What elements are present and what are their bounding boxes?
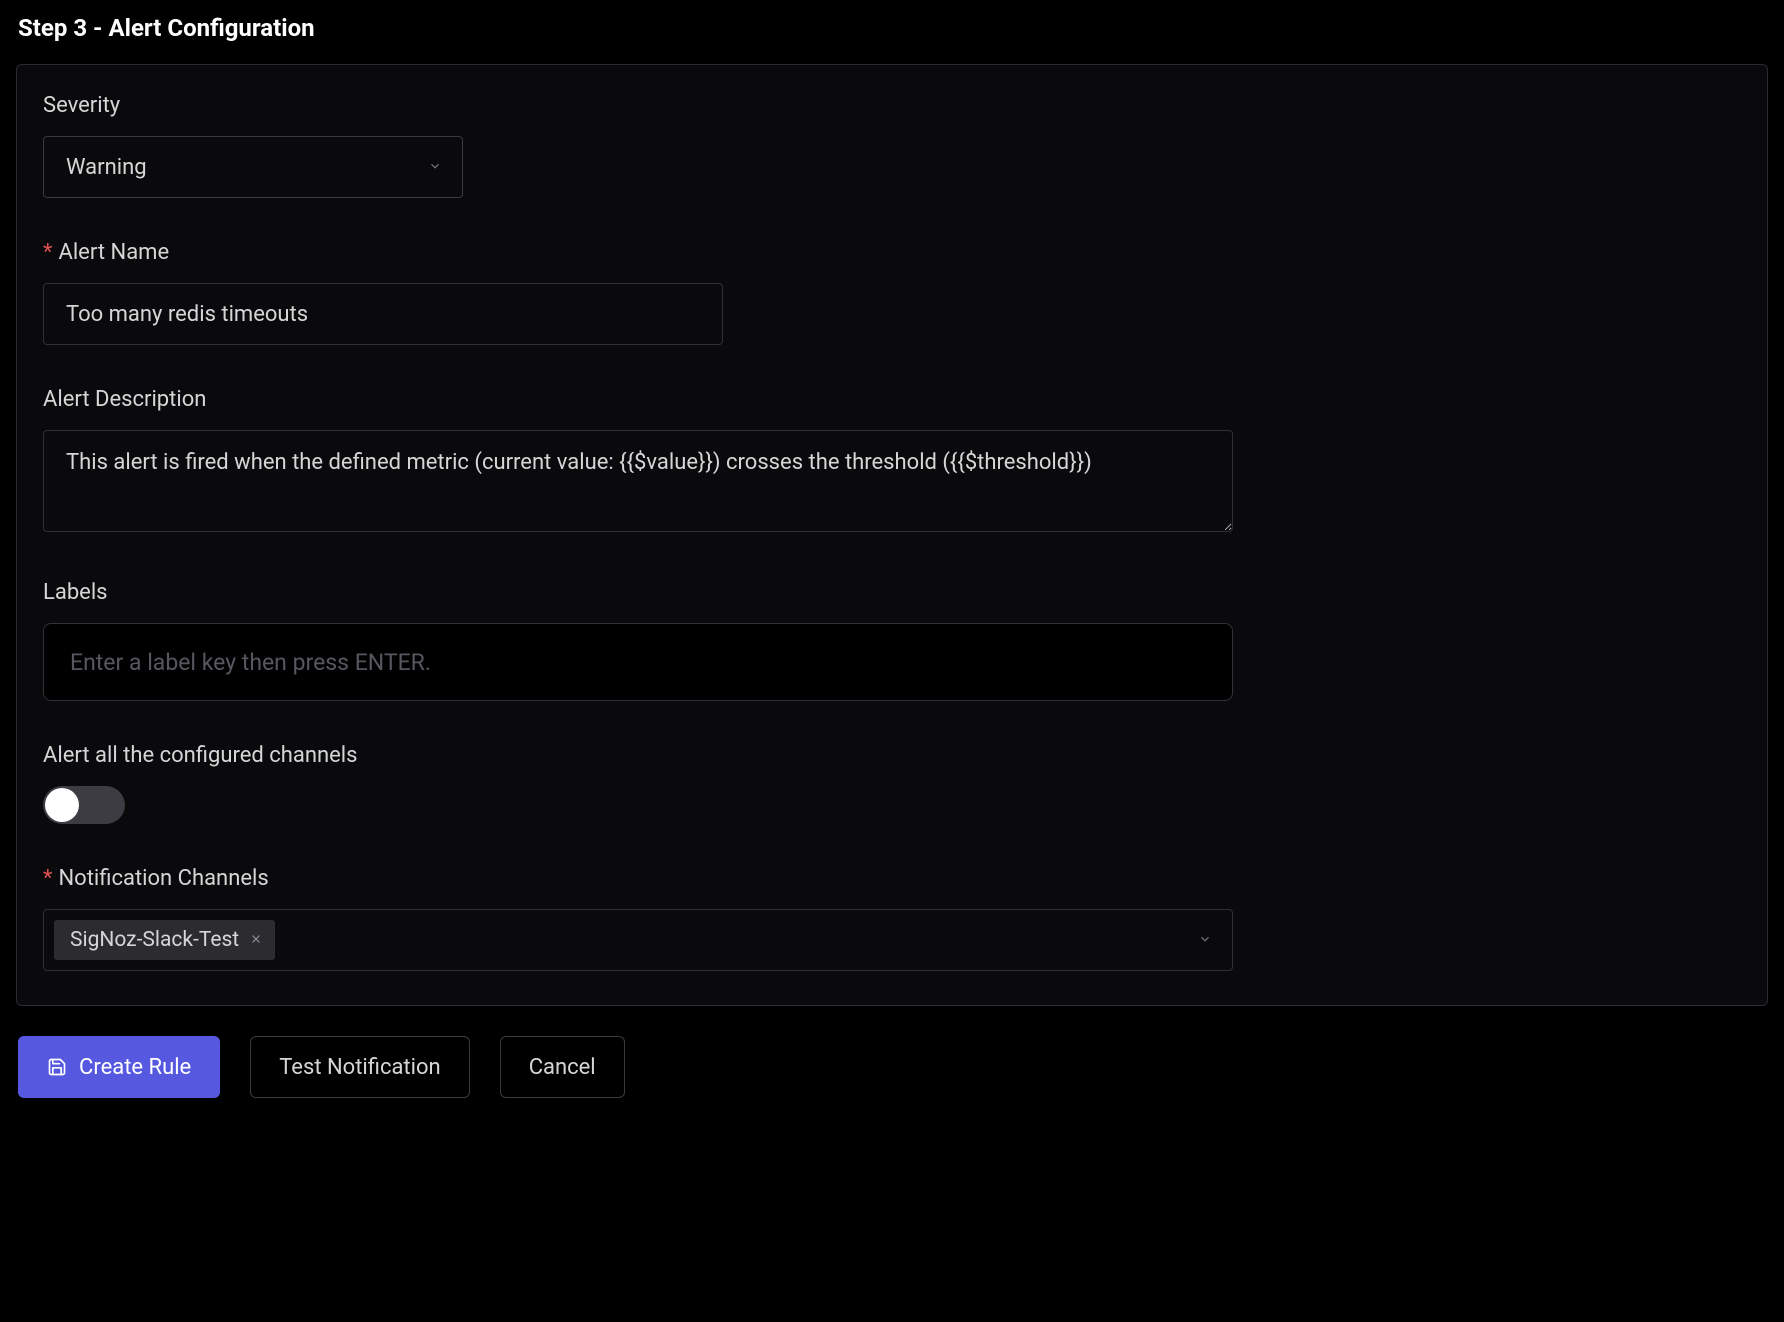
test-notification-button[interactable]: Test Notification: [250, 1036, 469, 1098]
severity-select[interactable]: Warning: [43, 136, 463, 198]
save-icon: [47, 1057, 67, 1077]
channel-tag-label: SigNoz-Slack-Test: [70, 928, 239, 952]
required-indicator: *: [43, 866, 52, 891]
labels-label: Labels: [43, 580, 1741, 605]
step-title: Step 3 - Alert Configuration: [18, 14, 1768, 42]
labels-placeholder: Enter a label key then press ENTER.: [70, 649, 431, 676]
toggle-knob: [45, 788, 79, 822]
notification-channels-label: *Notification Channels: [43, 866, 1741, 891]
test-notification-label: Test Notification: [279, 1055, 440, 1080]
remove-tag-icon[interactable]: [249, 932, 263, 949]
create-rule-label: Create Rule: [79, 1055, 191, 1080]
alert-description-textarea[interactable]: This alert is fired when the defined met…: [43, 430, 1233, 532]
labels-input[interactable]: Enter a label key then press ENTER.: [43, 623, 1233, 701]
severity-label: Severity: [43, 93, 1741, 118]
action-buttons: Create Rule Test Notification Cancel: [18, 1036, 1768, 1098]
create-rule-button[interactable]: Create Rule: [18, 1036, 220, 1098]
severity-select-value: Warning: [66, 155, 147, 180]
alert-name-input[interactable]: [43, 283, 723, 345]
alert-all-channels-label: Alert all the configured channels: [43, 743, 1741, 768]
alert-all-channels-toggle[interactable]: [43, 786, 125, 824]
notification-channels-select[interactable]: SigNoz-Slack-Test: [43, 909, 1233, 971]
chevron-down-icon: [428, 159, 442, 176]
channel-tag: SigNoz-Slack-Test: [54, 920, 275, 960]
alert-description-label: Alert Description: [43, 387, 1741, 412]
alert-config-panel: Severity Warning *Alert Name Alert Descr…: [16, 64, 1768, 1006]
required-indicator: *: [43, 240, 52, 265]
chevron-down-icon: [1198, 932, 1212, 949]
cancel-button[interactable]: Cancel: [500, 1036, 625, 1098]
alert-name-label: *Alert Name: [43, 240, 1741, 265]
cancel-label: Cancel: [529, 1055, 596, 1080]
